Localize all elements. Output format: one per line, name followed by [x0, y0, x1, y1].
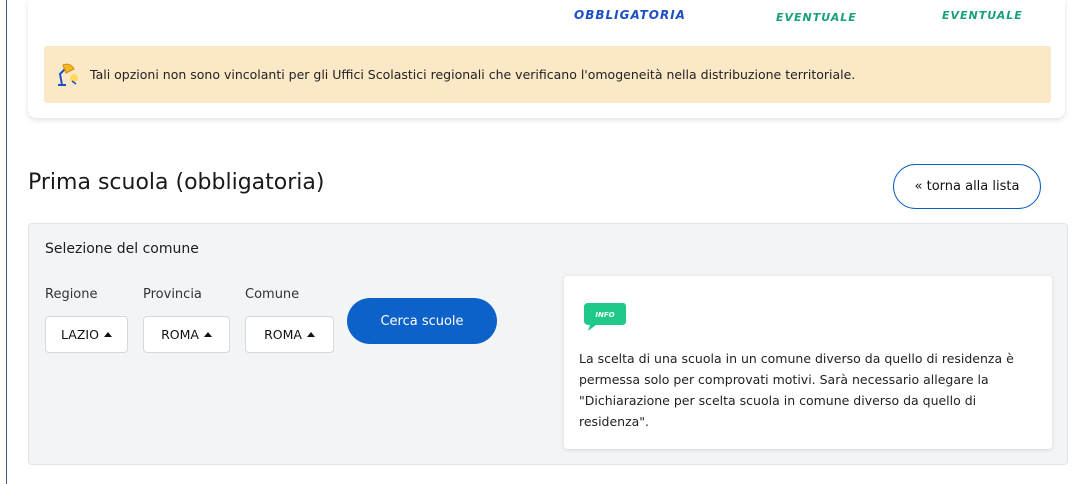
- info-card: INFO La scelta di una scuola in un comun…: [564, 276, 1052, 449]
- tag-eventuale-2: EVENTUALE: [942, 9, 1023, 22]
- info-badge-icon: INFO: [582, 301, 627, 333]
- provincia-value: ROMA: [161, 327, 199, 342]
- tag-obbligatoria: OBBLIGATORIA: [574, 8, 686, 22]
- svg-text:INFO: INFO: [595, 311, 614, 319]
- desk-lamp-icon: [50, 58, 84, 92]
- municipality-selection-panel: Selezione del comune Regione Provincia C…: [28, 223, 1068, 465]
- notice-banner: Tali opzioni non sono vincolanti per gli…: [44, 46, 1051, 103]
- provincia-label: Provincia: [143, 287, 202, 302]
- regione-select[interactable]: LAZIO: [45, 316, 128, 353]
- section-title: Prima scuola (obbligatoria): [28, 170, 325, 195]
- caret-up-icon: [203, 332, 212, 337]
- caret-up-icon: [306, 332, 315, 337]
- notice-text: Tali opzioni non sono vincolanti per gli…: [90, 67, 856, 82]
- provincia-select[interactable]: ROMA: [143, 316, 230, 353]
- regione-value: LAZIO: [61, 327, 99, 342]
- comune-value: ROMA: [264, 327, 302, 342]
- comune-label: Comune: [245, 287, 300, 302]
- comune-select[interactable]: ROMA: [245, 316, 334, 353]
- panel-title: Selezione del comune: [45, 241, 199, 257]
- search-schools-button[interactable]: Cerca scuole: [347, 298, 497, 344]
- back-to-list-button[interactable]: « torna alla lista: [893, 164, 1041, 209]
- caret-up-icon: [103, 332, 112, 337]
- tag-eventuale-1: EVENTUALE: [776, 11, 857, 24]
- options-card: OBBLIGATORIA EVENTUALE EVENTUALE Tali op…: [28, 0, 1065, 118]
- info-text: La scelta di una scuola in un comune div…: [579, 351, 1014, 429]
- regione-label: Regione: [45, 287, 98, 302]
